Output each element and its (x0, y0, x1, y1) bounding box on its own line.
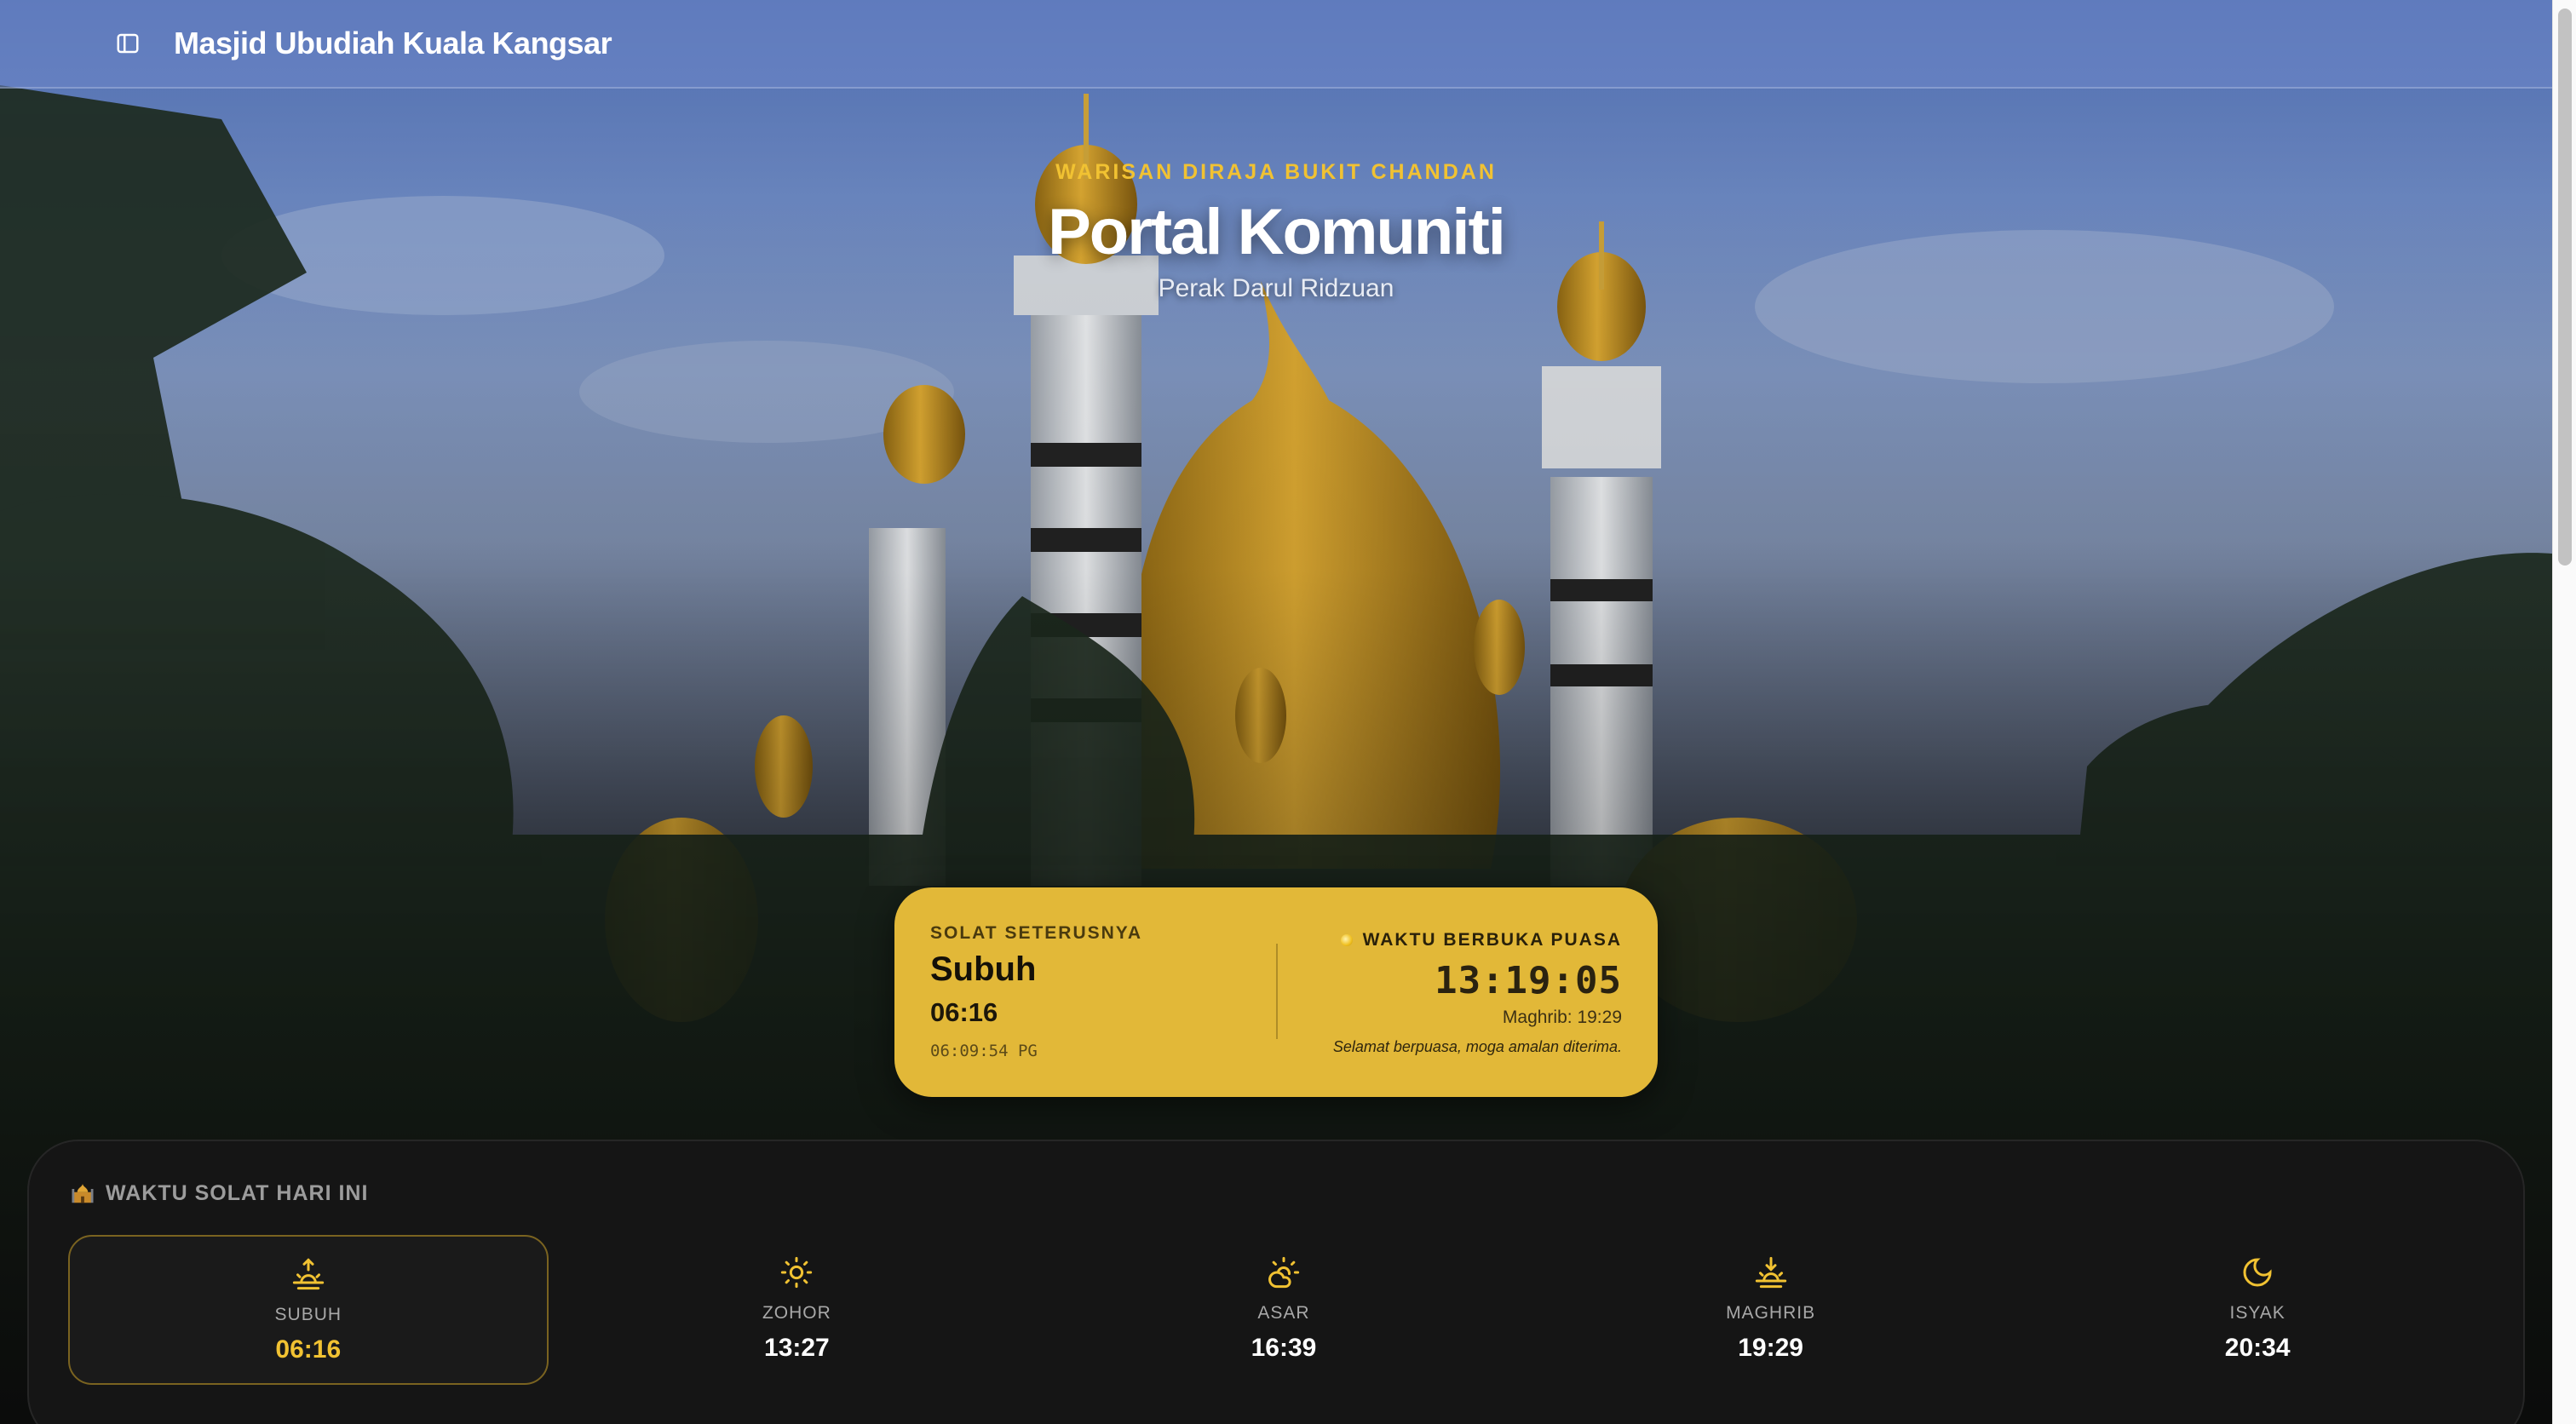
page-scrollbar[interactable] (2552, 0, 2576, 1424)
mosque-icon (72, 1183, 94, 1203)
panel-header: WAKTU SOLAT HARI INI (70, 1180, 368, 1206)
sun-icon (781, 1256, 813, 1289)
top-navigation-bar: Masjid Ubudiah Kuala Kangsar (0, 0, 2552, 89)
iftar-dot-icon (1340, 934, 1353, 946)
site-title[interactable]: Masjid Ubudiah Kuala Kangsar (174, 26, 612, 61)
next-prayer-card: SOLAT SETERUSNYA Subuh 06:16 06:09:54 PG… (894, 887, 1658, 1097)
next-prayer-name: Subuh (930, 950, 1037, 988)
moon-icon (2243, 1258, 2272, 1287)
sunset-icon (1755, 1256, 1786, 1289)
prayer-time: 20:34 (2224, 1334, 2291, 1362)
sunrise-icon (292, 1258, 324, 1290)
prayer-time: 13:27 (764, 1334, 830, 1362)
prayer-item-maghrib[interactable]: MAGHRIB 19:29 (1532, 1235, 2010, 1385)
next-prayer-info: SOLAT SETERUSNYA Subuh 06:16 06:09:54 PG (930, 923, 1142, 1060)
card-divider (1276, 944, 1278, 1039)
next-prayer-time: 06:16 (930, 997, 998, 1027)
prayer-name: MAGHRIB (1726, 1303, 1816, 1323)
prayer-item-subuh[interactable]: SUBUH 06:16 (68, 1235, 549, 1385)
prayer-times-row: SUBUH 06:16 ZOHOR 13:27 ASAR 16:39 MAGHR… (68, 1235, 2496, 1385)
sidebar-panel-icon (117, 33, 139, 54)
prayer-times-panel: WAKTU SOLAT HARI INI SUBUH 06:16 ZOHOR 1… (27, 1140, 2525, 1424)
prayer-item-isyak[interactable]: ISYAK 20:34 (2019, 1235, 2496, 1385)
iftar-message: Selamat berpuasa, moga amalan diterima. (1332, 1038, 1622, 1055)
prayer-item-zohor[interactable]: ZOHOR 13:27 (559, 1235, 1036, 1385)
maghrib-note: Maghrib: 19:29 (1502, 1008, 1622, 1027)
prayer-time: 19:29 (1738, 1334, 1803, 1362)
hero-text-block: WARISAN DIRAJA BUKIT CHANDAN Portal Komu… (0, 160, 2552, 303)
prayer-name: ISYAK (2229, 1303, 2286, 1323)
iftar-label-row: WAKTU BERBUKA PUASA (1333, 930, 1622, 950)
prayer-item-asar[interactable]: ASAR 16:39 (1045, 1235, 1522, 1385)
sidebar-toggle-button[interactable] (112, 28, 143, 59)
cloud-sun-icon (1268, 1256, 1300, 1289)
hero-subtitle: Perak Darul Ridzuan (1158, 274, 1394, 302)
prayer-name: ASAR (1257, 1303, 1310, 1323)
iftar-label: WAKTU BERBUKA PUASA (1362, 930, 1622, 950)
prayer-name: ZOHOR (762, 1303, 831, 1323)
panel-title: WAKTU SOLAT HARI INI (106, 1180, 369, 1205)
hero-title: Portal Komuniti (1048, 196, 1506, 268)
iftar-countdown: 13:19:05 (1435, 959, 1622, 1002)
scrollbar-thumb[interactable] (2558, 9, 2572, 566)
prayer-time: 16:39 (1251, 1334, 1317, 1362)
prayer-time: 06:16 (275, 1335, 342, 1364)
iftar-info: WAKTU BERBUKA PUASA 13:19:05 Maghrib: 19… (1333, 930, 1622, 1056)
current-clock: 06:09:54 PG (930, 1042, 1038, 1060)
hero-eyebrow: WARISAN DIRAJA BUKIT CHANDAN (1055, 160, 1497, 184)
prayer-name: SUBUH (274, 1305, 342, 1324)
next-prayer-label: SOLAT SETERUSNYA (930, 923, 1143, 943)
